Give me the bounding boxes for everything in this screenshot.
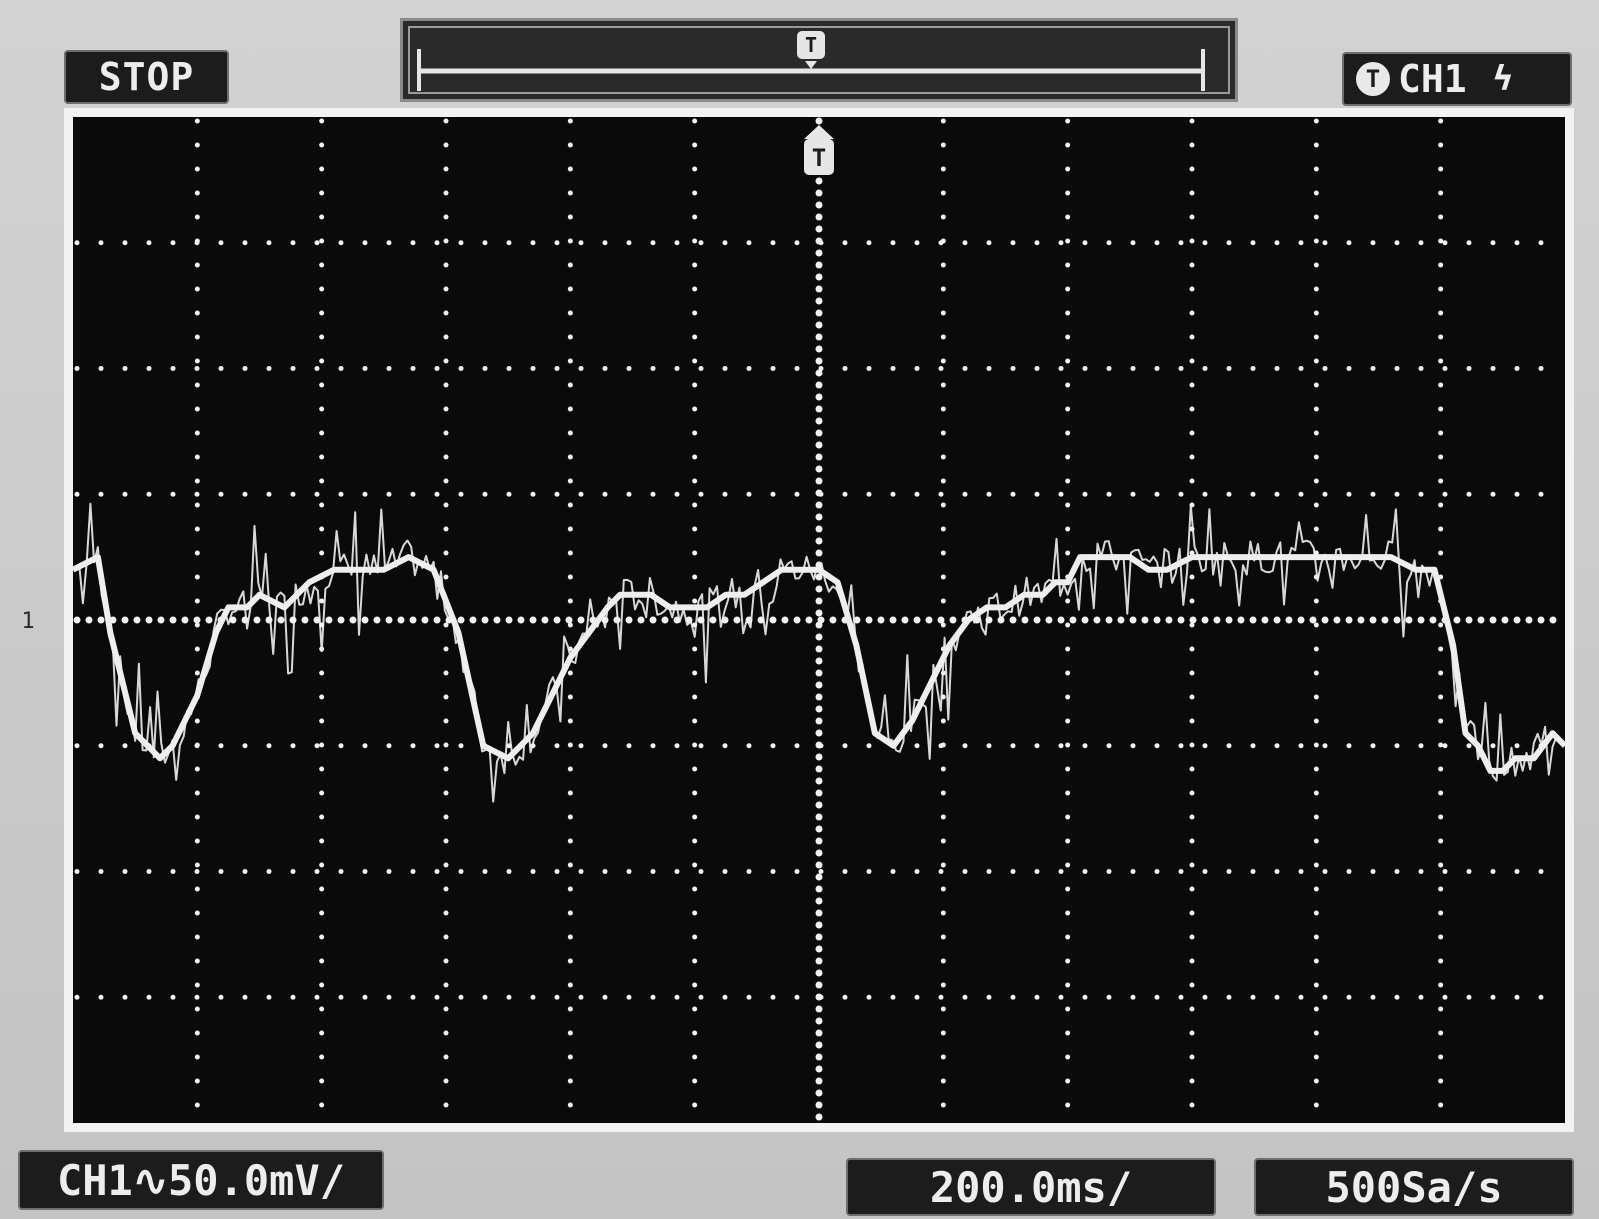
trigger-badge-icon: T	[1356, 62, 1390, 96]
rising-edge-icon: ϟ	[1492, 59, 1514, 99]
memory-bar-graphics: T	[408, 26, 1230, 94]
ch1-scale-label: CH1∿50.0mV/	[56, 1155, 346, 1205]
sample-rate: 500Sa/s	[1254, 1158, 1574, 1216]
ch1-ground-marker[interactable]: 1	[21, 609, 34, 634]
timebase-label: 200.0ms/	[929, 1162, 1133, 1212]
timebase-setting[interactable]: 200.0ms/	[846, 1158, 1216, 1216]
memory-trigger-marker[interactable]: T	[797, 31, 825, 69]
oscilloscope-display: T 1 T STOP T CH1 ϟ CH1∿50.0mV/ 200.0ms/ …	[0, 0, 1599, 1219]
run-stop-label: STOP	[98, 55, 195, 99]
run-stop-status[interactable]: STOP	[64, 50, 229, 104]
trigger-source-label: CH1	[1398, 57, 1467, 101]
ch1-scale[interactable]: CH1∿50.0mV/	[18, 1150, 384, 1210]
trigger-position-label: T	[812, 144, 826, 172]
memory-position-bar[interactable]: T	[400, 18, 1238, 102]
sample-rate-label: 500Sa/s	[1325, 1162, 1503, 1212]
memory-trigger-label: T	[805, 33, 817, 57]
trigger-status[interactable]: T CH1 ϟ	[1342, 52, 1572, 106]
scope-graphics: T 1	[21, 108, 1574, 1132]
